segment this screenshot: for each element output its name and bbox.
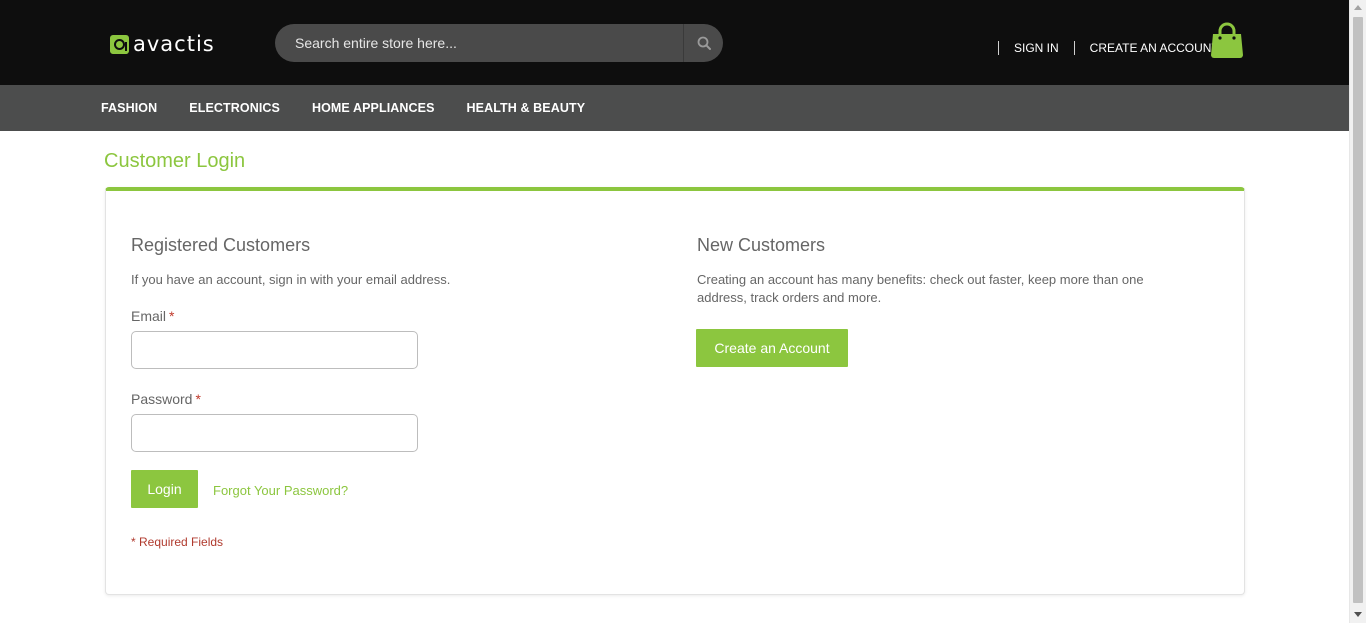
email-field[interactable] — [131, 331, 418, 369]
new-customers-title: New Customers — [697, 235, 826, 255]
search-icon — [697, 36, 711, 50]
page-title: Customer Login — [104, 150, 246, 172]
password-label: Password * — [131, 391, 201, 407]
shopping-bag-icon — [1211, 22, 1243, 58]
forgot-password-link[interactable]: Forgot Your Password? — [213, 483, 348, 498]
email-label: Email * — [131, 308, 174, 324]
nav-item-home-appliances[interactable]: HOME APPLIANCES — [312, 101, 435, 115]
sign-in-link[interactable]: SIGN IN — [999, 41, 1074, 55]
new-customers-description-line1: Creating an account has many benefits: c… — [697, 272, 1144, 287]
page: avactis SIGN IN CREATE AN ACCOUNT — [0, 0, 1349, 623]
login-button[interactable]: Login — [131, 470, 198, 508]
nav-item-fashion[interactable]: FASHION — [101, 101, 157, 115]
nav-item-health-beauty[interactable]: HEALTH & BEAUTY — [467, 101, 586, 115]
required-asterisk: * — [169, 308, 175, 324]
login-panel: Registered Customers If you have an acco… — [105, 187, 1245, 595]
vertical-scrollbar[interactable] — [1349, 0, 1366, 623]
logo[interactable]: avactis — [110, 32, 215, 56]
password-label-text: Password — [131, 391, 193, 407]
scroll-up-arrow-icon[interactable] — [1354, 5, 1362, 10]
cart-button[interactable] — [1210, 22, 1244, 59]
new-customers-description-line2: address, track orders and more. — [697, 290, 882, 305]
registered-customers-description: If you have an account, sign in with you… — [131, 272, 451, 287]
scroll-down-arrow-icon[interactable] — [1354, 612, 1362, 617]
main-nav: FASHION ELECTRONICS HOME APPLIANCES HEAL… — [0, 85, 1349, 131]
email-label-text: Email — [131, 308, 167, 324]
account-links: SIGN IN CREATE AN ACCOUNT — [998, 40, 1234, 56]
password-field[interactable] — [131, 414, 418, 452]
site-header: avactis SIGN IN CREATE AN ACCOUNT — [0, 0, 1349, 85]
search-input[interactable] — [275, 24, 683, 62]
create-account-button[interactable]: Create an Account — [696, 329, 848, 367]
required-fields-note: * Required Fields — [131, 535, 224, 549]
registered-customers-title: Registered Customers — [131, 235, 311, 255]
required-asterisk: * — [195, 391, 201, 407]
nav-item-electronics[interactable]: ELECTRONICS — [189, 101, 280, 115]
logo-text: avactis — [133, 32, 215, 56]
logo-mark-icon — [110, 34, 129, 54]
scroll-thumb[interactable] — [1353, 17, 1363, 603]
search-bar — [275, 24, 723, 62]
search-button[interactable] — [684, 24, 723, 62]
